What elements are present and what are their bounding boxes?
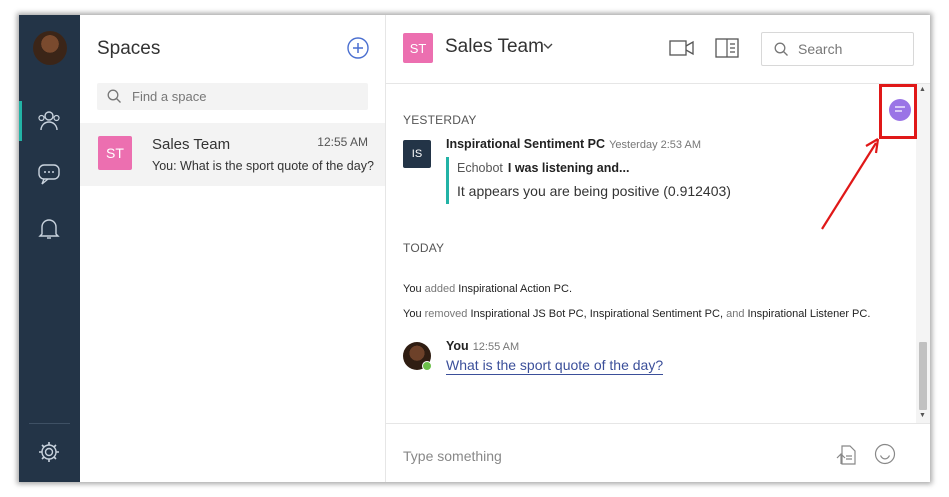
bot-sender-name: Inspirational Sentiment PC (446, 137, 606, 151)
day-separator-today: TODAY (403, 241, 445, 255)
sys-actor: You (403, 308, 422, 320)
sys-conjunction: and (726, 308, 745, 320)
scroll-up-arrow[interactable]: ▲ (919, 86, 926, 93)
sys-target: Inspirational Action PC. (458, 283, 573, 295)
app-window: Spaces Find a space ST Sales Team 12:55 … (19, 15, 930, 482)
scrollbar-thumb[interactable] (919, 342, 927, 410)
quote-header: Echobot I was listening and... (457, 161, 629, 175)
header-badge: ST (403, 33, 433, 63)
message-time: Yesterday 2:53 AM (609, 139, 701, 151)
conversation-title[interactable]: Sales Team (445, 36, 544, 58)
emoji-icon[interactable] (874, 443, 896, 465)
find-space-input[interactable]: Find a space (97, 83, 368, 110)
conversation-header: ST Sales Team Search (386, 15, 930, 84)
add-space-button[interactable] (347, 37, 369, 59)
space-name: Sales Team (152, 136, 231, 153)
my-message-header: You 12:55 AM (446, 339, 519, 353)
side-panel-icon[interactable] (715, 38, 739, 58)
bot-avatar: IS (403, 140, 431, 168)
search-icon (107, 89, 121, 103)
scroll-down-arrow[interactable]: ▼ (919, 412, 926, 419)
annotation-highlight-box (879, 84, 917, 139)
day-separator-yesterday: YESTERDAY (403, 113, 477, 127)
my-message-time: 12:55 AM (472, 341, 520, 353)
space-preview: You: What is the sport quote of the day? (152, 159, 374, 173)
search-icon (774, 42, 788, 56)
find-space-placeholder: Find a space (132, 89, 207, 104)
conversation-pane: ST Sales Team Search YESTERDAY IS Inspir… (386, 15, 930, 482)
bot-reply: It appears you are being positive (0.912… (457, 183, 731, 199)
online-status-dot (422, 361, 432, 371)
video-call-icon[interactable] (669, 39, 695, 57)
sys-target: Inspirational JS Bot PC, (470, 308, 587, 320)
rail-divider (29, 423, 70, 424)
gear-icon[interactable] (36, 439, 62, 465)
search-placeholder: Search (798, 41, 843, 57)
spaces-title: Spaces (97, 38, 161, 59)
people-icon[interactable] (36, 108, 62, 134)
quoted-message: Echobot I was listening and... It appears… (446, 157, 749, 204)
search-input[interactable]: Search (761, 32, 914, 66)
user-avatar[interactable] (33, 31, 67, 65)
system-message-removed: You removed Inspirational JS Bot PC, Ins… (403, 308, 870, 320)
quote-author: Echobot (457, 161, 503, 175)
my-name: You (446, 339, 469, 353)
annotation-arrow-icon (821, 138, 880, 230)
quote-text: I was listening and... (507, 161, 630, 175)
space-badge: ST (98, 136, 132, 170)
sys-actor: You (403, 283, 422, 295)
composer: Type something (386, 423, 930, 482)
chat-bubble-icon[interactable] (36, 161, 62, 187)
spaces-panel: Spaces Find a space ST Sales Team 12:55 … (80, 15, 386, 482)
chevron-down-icon[interactable] (543, 43, 553, 50)
sys-target: Inspirational Sentiment PC, (589, 308, 724, 320)
left-rail (19, 15, 80, 482)
sys-verb: removed (424, 308, 468, 320)
space-item-sales-team[interactable]: ST Sales Team 12:55 AM You: What is the … (80, 123, 385, 186)
bell-icon[interactable] (36, 215, 62, 241)
message-sender: Inspirational Sentiment PC Yesterday 2:53… (446, 137, 701, 151)
selection-indicator (19, 101, 22, 141)
attach-file-icon[interactable] (836, 444, 858, 466)
my-message-link[interactable]: What is the sport quote of the day? (446, 357, 664, 375)
space-time: 12:55 AM (317, 135, 368, 149)
system-message-added: You added Inspirational Action PC. (403, 283, 572, 295)
sys-verb: added (424, 283, 456, 295)
message-input[interactable]: Type something (403, 448, 502, 464)
my-avatar (403, 342, 432, 371)
sys-target: Inspirational Listener PC. (747, 308, 871, 320)
